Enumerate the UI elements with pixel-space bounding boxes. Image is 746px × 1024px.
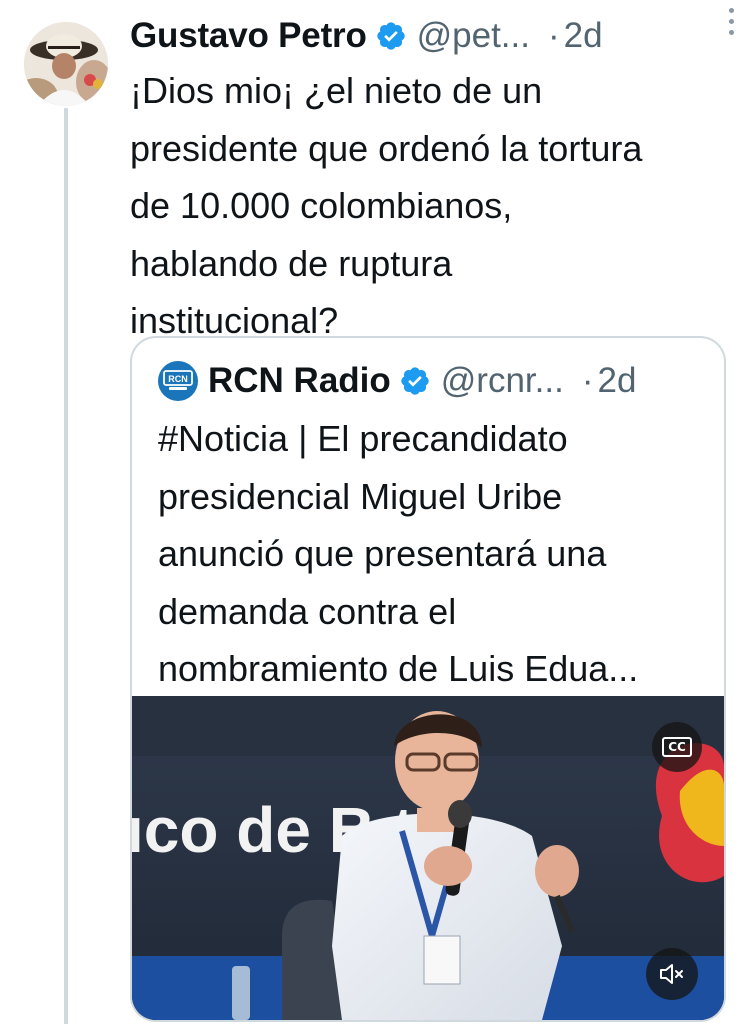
tweet-time[interactable]: 2d [564, 16, 603, 56]
quoted-tweet-time[interactable]: 2d [597, 361, 636, 401]
verified-badge-icon [401, 367, 429, 395]
closed-captions-icon[interactable]: CC [652, 722, 702, 772]
tweet-text: ¡Dios mio¡ ¿el nieto de un presidente qu… [130, 62, 730, 350]
quoted-tweet[interactable]: RCN RCN Radio @rcnr... · 2d #Noticia | E… [130, 336, 726, 1022]
verified-badge-icon [376, 22, 405, 50]
tweet-text-line: presidente que ordenó la tortura [130, 127, 643, 169]
cc-label: CC [662, 737, 692, 757]
tweet-header: Gustavo Petro @pet... · 2d [130, 12, 726, 60]
rcn-logo-icon[interactable]: RCN [158, 361, 198, 401]
muted-volume-icon[interactable] [646, 948, 698, 1000]
tweet-text-line: de 10.000 colombianos, [130, 185, 513, 226]
time-separator: · [547, 16, 560, 55]
quoted-text-line: anunció que presentará una [158, 533, 607, 574]
time-separator: · [581, 361, 594, 400]
quoted-text-line: presidencial Miguel Uribe [158, 475, 563, 517]
quoted-author-handle[interactable]: @rcnr... [441, 361, 564, 401]
tweet-text-line: ¡Dios mio¡ ¿el nieto de un [130, 70, 543, 111]
author-name[interactable]: Gustavo Petro [130, 16, 367, 56]
more-options-icon[interactable] [726, 8, 736, 38]
author-handle[interactable]: @pet... [417, 16, 530, 56]
quoted-tweet-header: RCN RCN Radio @rcnr... · 2d [158, 358, 704, 404]
avatar[interactable] [24, 22, 108, 106]
speaker-muted-glyph [660, 964, 683, 984]
quoted-author-name[interactable]: RCN Radio [208, 361, 391, 401]
video-player[interactable]: ıco de B tá CC [132, 696, 724, 1020]
quoted-text-line: nombramiento de Luis Edua... [158, 648, 639, 689]
avatar-image [24, 22, 108, 106]
thread-line [64, 108, 68, 1024]
tweet-text-line: hablando de ruptura [130, 242, 453, 284]
quoted-text-line: demanda contra el [158, 590, 457, 632]
video-frame: ıco de B tá [132, 696, 724, 1020]
quoted-tweet-text: #Noticia | El precandidato presidencial … [158, 410, 718, 698]
rcn-logo-mark: RCN [163, 370, 193, 390]
quoted-text-line: #Noticia | El precandidato [158, 418, 568, 459]
rcn-logo-text: RCN [168, 374, 188, 384]
